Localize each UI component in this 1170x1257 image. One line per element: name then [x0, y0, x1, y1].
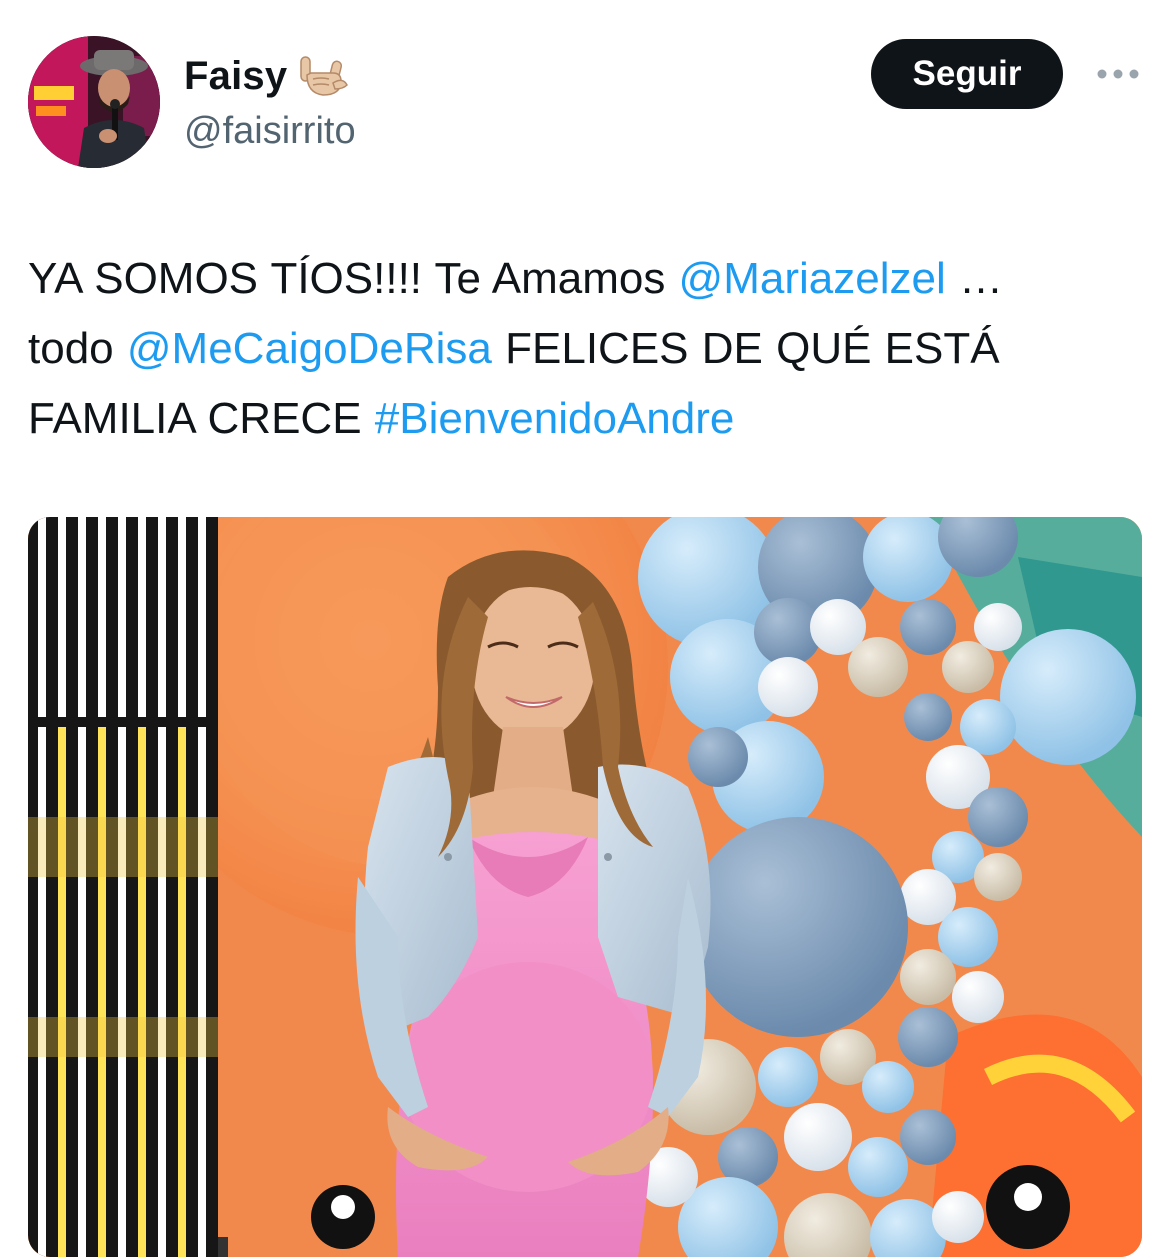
sign-of-the-horns-emoji-icon	[297, 53, 351, 99]
tweet-text-line1: YA SOMOS TÍOS!!!! Te Amamos	[28, 254, 679, 303]
tweet-text-ellipsis: …	[945, 254, 1003, 303]
tweet-text-line2-end: FELICES DE QUÉ ESTÁ	[491, 324, 1000, 373]
mention-mecaigoderisa-link[interactable]: @MeCaigoDeRisa	[127, 324, 492, 373]
follow-button[interactable]: Seguir	[871, 39, 1063, 109]
mention-mariazelzel-link[interactable]: @Mariazelzel	[679, 254, 946, 303]
tweet-text-line2-start: todo	[28, 324, 127, 373]
tweet-photo[interactable]	[28, 517, 1142, 1257]
author-names: Faisy @faisirrito	[184, 52, 356, 153]
tweet-text-line3-start: FAMILIA CRECE	[28, 394, 375, 443]
tweet-header: Faisy @faisirrito Seguir	[28, 36, 1142, 170]
hashtag-bienvenidoandre-link[interactable]: #BienvenidoAndre	[375, 394, 735, 443]
display-name[interactable]: Faisy	[184, 54, 287, 99]
handle[interactable]: @faisirrito	[184, 110, 356, 153]
tweet-text: YA SOMOS TÍOS!!!! Te Amamos @Mariazelzel…	[28, 244, 1142, 454]
avatar[interactable]	[28, 36, 160, 168]
more-horizontal-icon[interactable]	[1096, 64, 1140, 84]
display-name-row: Faisy	[184, 52, 356, 100]
